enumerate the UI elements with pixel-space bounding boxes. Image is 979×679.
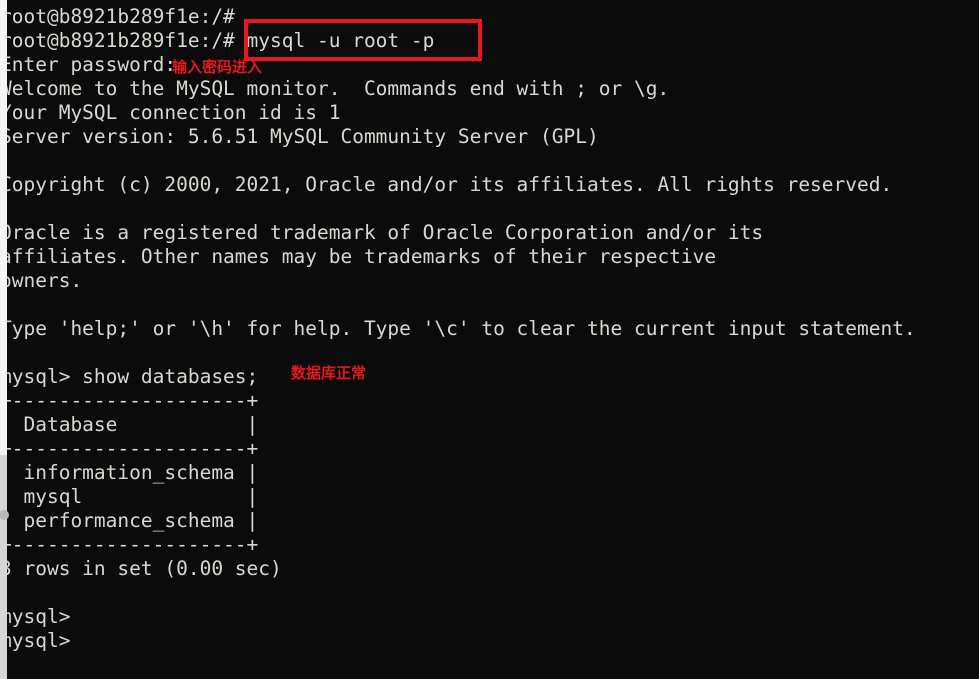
terminal-line: Enter password: xyxy=(0,53,177,76)
terminal-line: mysql> xyxy=(0,629,71,652)
terminal-line: mysql> xyxy=(0,605,71,628)
terminal-line: | performance_schema | xyxy=(0,509,259,532)
vertical-scrollbar[interactable] xyxy=(0,0,7,679)
terminal-line: | Database | xyxy=(0,413,259,436)
terminal-line: Your MySQL connection id is 1 xyxy=(0,101,341,124)
terminal-line: Oracle is a registered trademark of Orac… xyxy=(0,221,764,244)
terminal-line: | information_schema | xyxy=(0,461,259,484)
terminal-line: root@b8921b289f1e:/# mysql -u root -p xyxy=(0,29,435,52)
terminal-line: Server version: 5.6.51 MySQL Community S… xyxy=(0,125,599,148)
terminal-line: Welcome to the MySQL monitor. Commands e… xyxy=(0,77,670,100)
annotation-text: 数据库正常 xyxy=(291,364,367,382)
terminal-line: owners. xyxy=(0,269,83,292)
terminal-window: root@b8921b289f1e:/# root@b8921b289f1e:/#… xyxy=(0,0,979,679)
terminal-line: affiliates. Other names may be trademark… xyxy=(0,245,717,268)
terminal-line: Type 'help;' or '\h' for help. Type '\c'… xyxy=(0,317,916,340)
terminal-line: 3 rows in set (0.00 sec) xyxy=(0,557,282,580)
annotation-text: 输入密码进入 xyxy=(172,58,263,76)
scrollbar-thumb[interactable] xyxy=(0,0,7,455)
terminal-line: +--------------------+ xyxy=(0,533,259,556)
terminal-line: +--------------------+ xyxy=(0,389,259,412)
terminal-line: mysql> show databases; xyxy=(0,365,259,388)
terminal-line: | mysql | xyxy=(0,485,259,508)
terminal-line: Copyright (c) 2000, 2021, Oracle and/or … xyxy=(0,173,893,196)
terminal-line: +--------------------+ xyxy=(0,437,259,460)
terminal-line: root@b8921b289f1e:/# xyxy=(0,5,235,28)
terminal-output[interactable]: root@b8921b289f1e:/# root@b8921b289f1e:/#… xyxy=(0,0,979,679)
